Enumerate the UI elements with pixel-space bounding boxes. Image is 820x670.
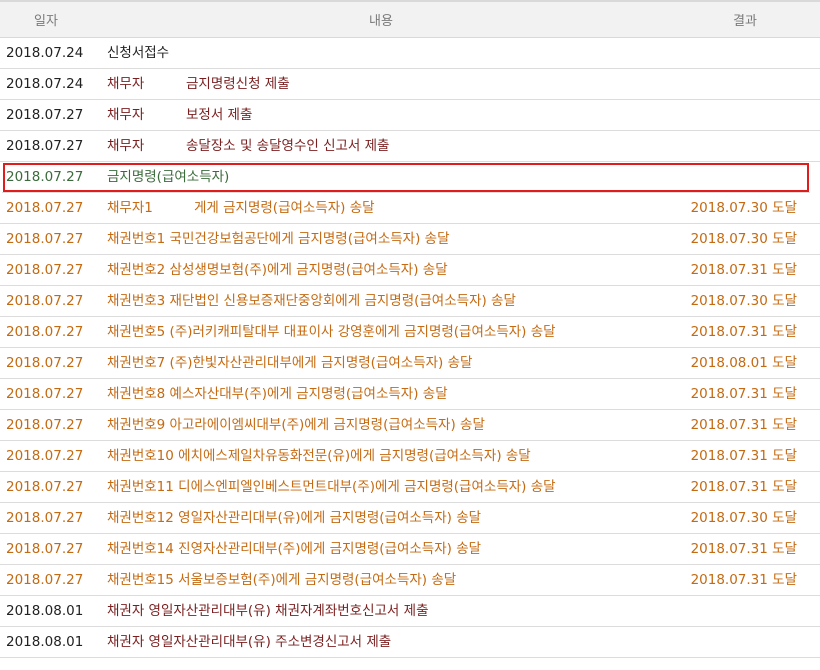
table-row[interactable]: 2018.07.27 채권번호9 아고라에이엠씨대부(주)에게 금지명령(급여소득…	[0, 410, 820, 441]
table-row[interactable]: 2018.07.27 채권번호15 서울보증보험(주)에게 금지명령(급여소득자)…	[0, 565, 820, 596]
row-result: 2018.07.31 도달	[690, 479, 797, 495]
row-content[interactable]: 채권번호8 예스자산대부(주)에게 금지명령(급여소득자) 송달	[107, 379, 448, 410]
row-date: 2018.08.01	[6, 603, 84, 619]
table-row[interactable]: 2018.07.27 채권번호3 재단법인 신용보증재단중앙회에게 금지명령(급여…	[0, 286, 820, 317]
row-date: 2018.07.27	[6, 231, 84, 247]
row-date: 2018.07.27	[6, 572, 84, 588]
row-date: 2018.08.01	[6, 634, 84, 650]
row-date: 2018.07.27	[6, 200, 84, 216]
row-party[interactable]: 채무자	[107, 100, 144, 131]
row-result: 2018.07.31 도달	[690, 324, 797, 340]
row-party[interactable]: 신청서접수	[107, 38, 169, 69]
table-row[interactable]: 2018.07.27 채권번호1 국민건강보험공단에게 금지명령(급여소득자) 송…	[0, 224, 820, 255]
table-row[interactable]: 2018.07.27 채권번호7 (주)한빛자산관리대부에게 금지명령(급여소득자…	[0, 348, 820, 379]
row-description[interactable]: 송달장소 및 송달영수인 신고서 제출	[186, 131, 389, 162]
row-date: 2018.07.27	[6, 448, 84, 464]
row-date: 2018.07.27	[6, 541, 84, 557]
table-row[interactable]: 2018.07.27 채무자 송달장소 및 송달영수인 신고서 제출	[0, 131, 820, 162]
table-row[interactable]: 2018.07.27 채무자1 게게 금지명령(급여소득자) 송달 2018.07.3…	[0, 193, 820, 224]
row-result: 2018.07.31 도달	[690, 448, 797, 464]
row-party[interactable]: 채무자1	[107, 193, 153, 224]
row-result: 2018.07.30 도달	[690, 293, 797, 309]
row-result: 2018.07.31 도달	[690, 386, 797, 402]
table-row[interactable]: 2018.07.27 채권번호10 에치에스제일차유동화전문(유)에게 금지명령(…	[0, 441, 820, 472]
row-result: 2018.07.31 도달	[690, 541, 797, 557]
row-date: 2018.07.27	[6, 169, 84, 185]
header-result: 결과	[733, 14, 757, 29]
table-header: 일자 내용 결과	[0, 0, 820, 38]
row-date: 2018.07.27	[6, 138, 84, 154]
row-description[interactable]: 보정서 제출	[186, 100, 252, 131]
row-date: 2018.07.24	[6, 45, 84, 61]
row-content[interactable]: 채권번호5 (주)러키캐피탈대부 대표이사 강영훈에게 금지명령(급여소득자) …	[107, 317, 556, 348]
row-content[interactable]: 채권번호15 서울보증보험(주)에게 금지명령(급여소득자) 송달	[107, 565, 456, 596]
table-body: 2018.07.24 신청서접수 2018.07.24 채무자 금지명령신청 제출 201…	[0, 38, 820, 658]
table-row[interactable]: 2018.07.27 채무자 보정서 제출	[0, 100, 820, 131]
table-row[interactable]: 2018.07.27 채권번호8 예스자산대부(주)에게 금지명령(급여소득자) …	[0, 379, 820, 410]
table-row[interactable]: 2018.08.01 채권자 영일자산관리대부(유) 채권자계좌번호신고서 제출	[0, 596, 820, 627]
row-date: 2018.07.24	[6, 76, 84, 92]
row-content[interactable]: 채권번호12 영일자산관리대부(유)에게 금지명령(급여소득자) 송달	[107, 503, 481, 534]
table-row[interactable]: 2018.07.27 채권번호12 영일자산관리대부(유)에게 금지명령(급여소득…	[0, 503, 820, 534]
row-party[interactable]: 채무자	[107, 131, 144, 162]
row-date: 2018.07.27	[6, 417, 84, 433]
row-party[interactable]: 채무자	[107, 69, 144, 100]
row-result: 2018.08.01 도달	[690, 355, 797, 371]
row-result: 2018.07.30 도달	[690, 510, 797, 526]
row-content[interactable]: 채권번호11 디에스엔피엘인베스트먼트대부(주)에게 금지명령(급여소득자) 송…	[107, 472, 556, 503]
row-content[interactable]: 채권번호9 아고라에이엠씨대부(주)에게 금지명령(급여소득자) 송달	[107, 410, 485, 441]
row-date: 2018.07.27	[6, 510, 84, 526]
table-row[interactable]: 2018.08.01 채권자 영일자산관리대부(유) 주소변경신고서 제출	[0, 627, 820, 658]
row-result: 2018.07.30 도달	[690, 200, 797, 216]
case-history-table: 일자 내용 결과 2018.07.24 신청서접수 2018.07.24 채무자 금지명…	[0, 0, 820, 658]
row-content[interactable]: 채권번호1 국민건강보험공단에게 금지명령(급여소득자) 송달	[107, 224, 450, 255]
row-date: 2018.07.27	[6, 355, 84, 371]
table-row[interactable]: 2018.07.27 채권번호5 (주)러키캐피탈대부 대표이사 강영훈에게 금지…	[0, 317, 820, 348]
row-content[interactable]: 채권자 영일자산관리대부(유) 채권자계좌번호신고서 제출	[107, 596, 429, 627]
table-row[interactable]: 2018.07.24 채무자 금지명령신청 제출	[0, 69, 820, 100]
header-content: 내용	[369, 14, 393, 29]
table-row[interactable]: 2018.07.27 채권번호2 삼성생명보험(주)에게 금지명령(급여소득자) …	[0, 255, 820, 286]
table-row-selected[interactable]: 2018.07.27 금지명령(급여소득자)	[2, 162, 810, 193]
row-content[interactable]: 채권번호7 (주)한빛자산관리대부에게 금지명령(급여소득자) 송달	[107, 348, 472, 379]
row-description[interactable]: 금지명령신청 제출	[186, 69, 290, 100]
row-party[interactable]: 금지명령(급여소득자)	[107, 162, 229, 193]
table-row[interactable]: 2018.07.27 채권번호11 디에스엔피엘인베스트먼트대부(주)에게 금지명…	[0, 472, 820, 503]
row-content[interactable]: 채권번호14 진영자산관리대부(주)에게 금지명령(급여소득자) 송달	[107, 534, 481, 565]
row-result: 2018.07.30 도달	[690, 231, 797, 247]
row-date: 2018.07.27	[6, 479, 84, 495]
row-date: 2018.07.27	[6, 293, 84, 309]
row-description[interactable]: 게게 금지명령(급여소득자) 송달	[194, 193, 375, 224]
row-date: 2018.07.27	[6, 386, 84, 402]
table-row[interactable]: 2018.07.24 신청서접수	[0, 38, 820, 69]
row-result: 2018.07.31 도달	[690, 262, 797, 278]
row-result: 2018.07.31 도달	[690, 572, 797, 588]
row-date: 2018.07.27	[6, 262, 84, 278]
row-date: 2018.07.27	[6, 107, 84, 123]
row-content[interactable]: 채권번호2 삼성생명보험(주)에게 금지명령(급여소득자) 송달	[107, 255, 448, 286]
row-content[interactable]: 채권자 영일자산관리대부(유) 주소변경신고서 제출	[107, 627, 391, 658]
header-date: 일자	[34, 14, 58, 29]
table-row[interactable]: 2018.07.27 채권번호14 진영자산관리대부(주)에게 금지명령(급여소득…	[0, 534, 820, 565]
row-date: 2018.07.27	[6, 324, 84, 340]
row-content[interactable]: 채권번호10 에치에스제일차유동화전문(유)에게 금지명령(급여소득자) 송달	[107, 441, 531, 472]
row-result: 2018.07.31 도달	[690, 417, 797, 433]
row-content[interactable]: 채권번호3 재단법인 신용보증재단중앙회에게 금지명령(급여소득자) 송달	[107, 286, 516, 317]
